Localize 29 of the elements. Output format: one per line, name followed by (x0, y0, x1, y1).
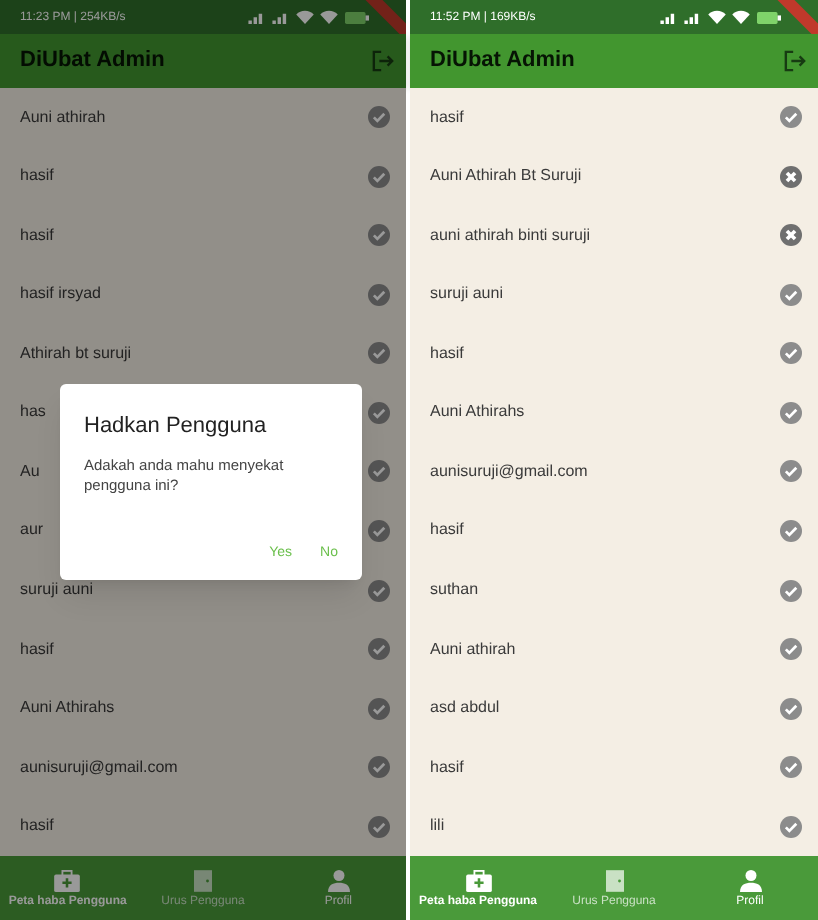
app-title: DiUbat Admin (20, 46, 165, 77)
user-name: asd abdul (430, 696, 500, 721)
user-name: Auni Athirahs (20, 696, 115, 721)
user-name: hasif (430, 518, 464, 543)
app-title: DiUbat Admin (430, 46, 575, 77)
user-name: Auni athirah (430, 637, 516, 662)
user-name: hasif (20, 814, 54, 839)
user-name: suruji auni (20, 578, 93, 603)
user-name: Auni Athirahs (430, 400, 525, 425)
user-name: Auni Athirah Bt Suruji (430, 164, 582, 189)
user-name: hasif (430, 755, 464, 780)
user-name: lili (430, 814, 445, 839)
user-name: aunisuruji@gmail.com (430, 459, 588, 484)
user-name: auni athirah binti suruji (430, 223, 591, 248)
user-name: hasif (430, 105, 464, 130)
user-name: suthan (430, 578, 479, 603)
user-name: aunisuruji@gmail.com (20, 755, 178, 780)
dialog-title: Hadkan Pengguna (84, 412, 269, 442)
user-name: hasif (20, 637, 54, 662)
user-name: hasif (430, 341, 464, 366)
user-name: suruji auni (430, 282, 503, 307)
user-name: aur (20, 518, 44, 543)
user-name: hasif (20, 164, 54, 189)
user-name: hasif (20, 223, 54, 248)
user-name: Athirah bt suruji (20, 341, 132, 366)
user-name: Au (20, 459, 40, 484)
user-name: hasif irsyad (20, 282, 101, 307)
user-name: Auni athirah (20, 105, 106, 130)
user-name: has (20, 400, 46, 425)
